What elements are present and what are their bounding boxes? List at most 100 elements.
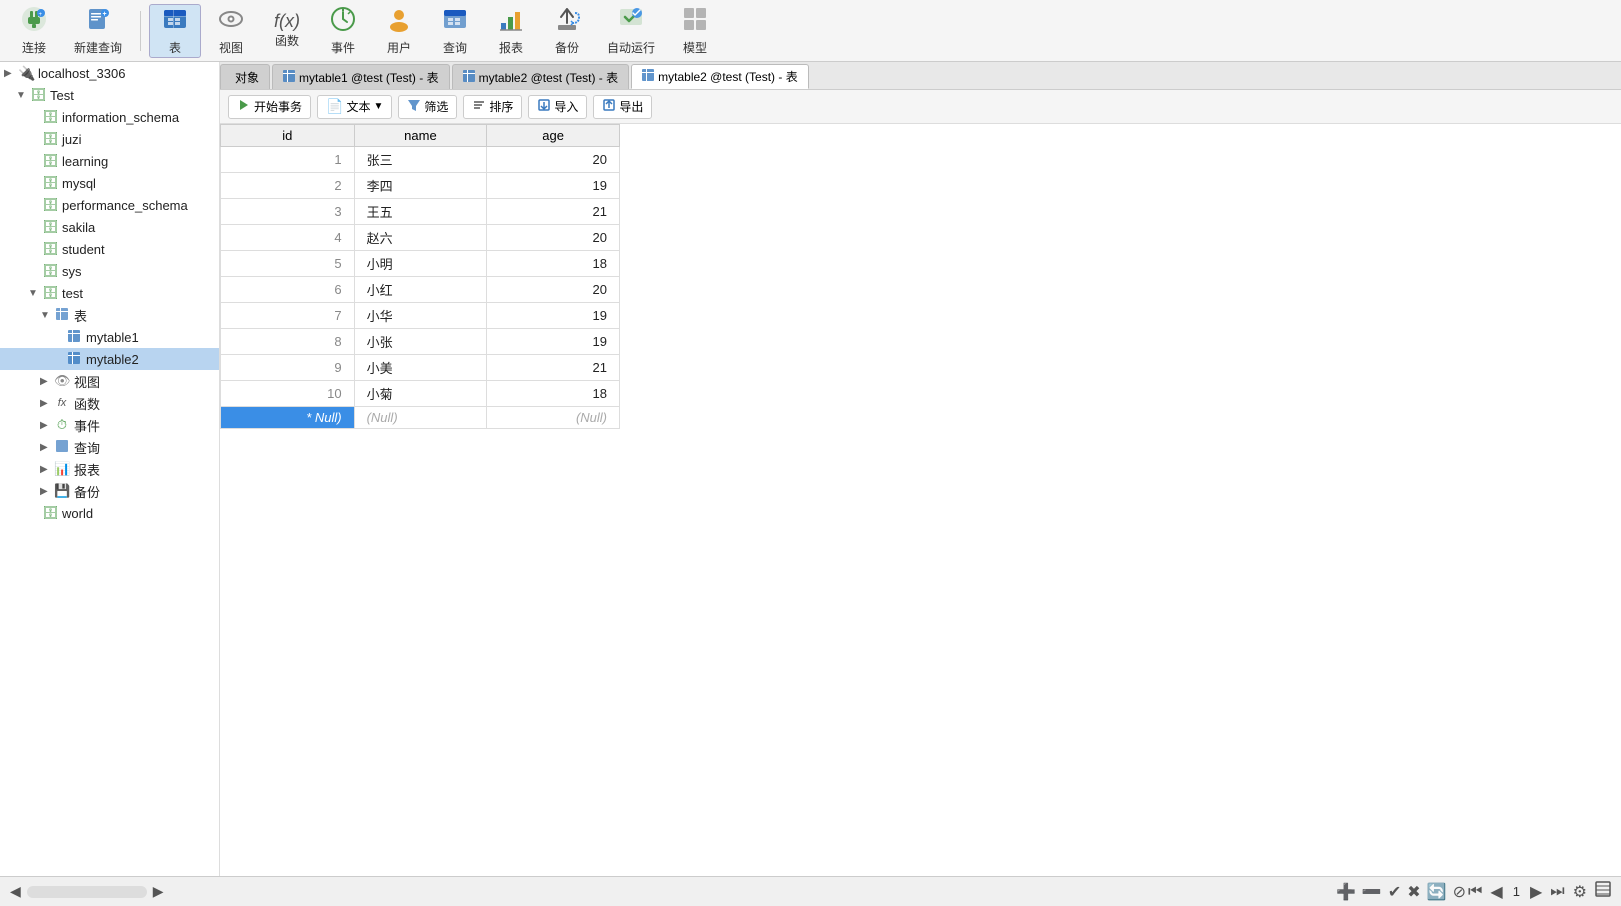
- sort-btn[interactable]: 排序: [463, 95, 522, 119]
- cell-age[interactable]: 20: [487, 277, 620, 303]
- import-btn[interactable]: 导入: [528, 95, 587, 119]
- grid-view-btn[interactable]: [1593, 881, 1613, 902]
- cell-age[interactable]: 18: [487, 381, 620, 407]
- tab-mytable1[interactable]: mytable1 @test (Test) - 表: [272, 64, 450, 89]
- tab-mytable2-1[interactable]: mytable2 @test (Test) - 表: [452, 64, 630, 89]
- sidebar-item-juzi[interactable]: ▶ 🗄 juzi: [0, 128, 219, 150]
- text-btn[interactable]: 📄 文本 ▼: [317, 95, 392, 119]
- table-row[interactable]: 8 小张 19: [221, 329, 620, 355]
- cell-age[interactable]: 19: [487, 173, 620, 199]
- cell-age[interactable]: 19: [487, 329, 620, 355]
- sidebar-item-backup-group[interactable]: ▶ 💾 备份: [0, 480, 219, 502]
- cell-id[interactable]: 6: [221, 277, 355, 303]
- cell-age[interactable]: 20: [487, 147, 620, 173]
- sidebar-item-funcs-group[interactable]: ▶ fx 函数: [0, 392, 219, 414]
- begin-transaction-btn[interactable]: 开始事务: [228, 95, 311, 119]
- sidebar-item-performance-schema[interactable]: ▶ 🗄 performance_schema: [0, 194, 219, 216]
- sidebar-item-mysql[interactable]: ▶ 🗄 mysql: [0, 172, 219, 194]
- refresh-btn[interactable]: 🔄: [1427, 882, 1447, 902]
- cell-null-name[interactable]: (Null): [354, 407, 487, 429]
- sidebar-item-sakila[interactable]: ▶ 🗄 sakila: [0, 216, 219, 238]
- last-page-btn[interactable]: ⏭: [1548, 883, 1566, 901]
- cell-id[interactable]: 7: [221, 303, 355, 329]
- toolbar-report[interactable]: 报表: [485, 4, 537, 58]
- cell-id[interactable]: 10: [221, 381, 355, 407]
- table-row[interactable]: 9 小美 21: [221, 355, 620, 381]
- table-row[interactable]: 7 小华 19: [221, 303, 620, 329]
- cell-name[interactable]: 李四: [354, 173, 487, 199]
- sidebar-item-localhost[interactable]: ▶ 🔌 localhost_3306: [0, 62, 219, 84]
- table-null-row[interactable]: * Null) (Null) (Null): [221, 407, 620, 429]
- toolbar-model[interactable]: 模型: [669, 4, 721, 58]
- prev-page-btn[interactable]: ◀: [1488, 882, 1504, 902]
- cell-name[interactable]: 小美: [354, 355, 487, 381]
- sidebar-item-sys[interactable]: ▶ 🗄 sys: [0, 260, 219, 282]
- stop-btn[interactable]: ⊘: [1453, 882, 1466, 902]
- sidebar-item-learning[interactable]: ▶ 🗄 learning: [0, 150, 219, 172]
- first-page-btn[interactable]: ⏮: [1466, 883, 1484, 901]
- scroll-right-btn[interactable]: ▶: [151, 883, 166, 900]
- toolbar-query[interactable]: 查询: [429, 4, 481, 58]
- col-header-id[interactable]: id: [221, 125, 355, 147]
- table-row[interactable]: 6 小红 20: [221, 277, 620, 303]
- confirm-btn[interactable]: ✔: [1388, 882, 1401, 902]
- toolbar-newquery[interactable]: + 新建查询: [64, 4, 132, 58]
- cell-age[interactable]: 21: [487, 355, 620, 381]
- cell-name[interactable]: 张三: [354, 147, 487, 173]
- cell-age[interactable]: 21: [487, 199, 620, 225]
- col-header-age[interactable]: age: [487, 125, 620, 147]
- toolbar-function[interactable]: f(x) 函数: [261, 4, 313, 58]
- scroll-left-btn[interactable]: ◀: [8, 883, 23, 900]
- cell-id[interactable]: 9: [221, 355, 355, 381]
- table-row[interactable]: 2 李四 19: [221, 173, 620, 199]
- tab-mytable2-2[interactable]: mytable2 @test (Test) - 表: [631, 64, 809, 89]
- toolbar-view[interactable]: 视图: [205, 4, 257, 58]
- cell-id[interactable]: 1: [221, 147, 355, 173]
- table-row[interactable]: 10 小菊 18: [221, 381, 620, 407]
- cell-id[interactable]: 4: [221, 225, 355, 251]
- sidebar-item-student[interactable]: ▶ 🗄 student: [0, 238, 219, 260]
- cell-id[interactable]: 2: [221, 173, 355, 199]
- cell-age[interactable]: 20: [487, 225, 620, 251]
- export-btn[interactable]: 导出: [593, 95, 652, 119]
- sidebar-item-mytable1[interactable]: ▶ mytable1: [0, 326, 219, 348]
- tab-objects[interactable]: 对象: [220, 64, 270, 89]
- next-page-btn[interactable]: ▶: [1528, 882, 1544, 902]
- toolbar-event[interactable]: 事件: [317, 4, 369, 58]
- sidebar-item-mytable2[interactable]: ▶ mytable2: [0, 348, 219, 370]
- table-row[interactable]: 4 赵六 20: [221, 225, 620, 251]
- cell-null-age[interactable]: (Null): [487, 407, 620, 429]
- table-row[interactable]: 1 张三 20: [221, 147, 620, 173]
- cell-name[interactable]: 王五: [354, 199, 487, 225]
- sidebar-item-information-schema[interactable]: ▶ 🗄 information_schema: [0, 106, 219, 128]
- add-row-btn[interactable]: ➕: [1336, 882, 1356, 902]
- cell-name[interactable]: 小张: [354, 329, 487, 355]
- cell-name[interactable]: 小红: [354, 277, 487, 303]
- toolbar-autorun[interactable]: 自动运行: [597, 4, 665, 58]
- sidebar-item-test[interactable]: ▼ 🗄 test: [0, 282, 219, 304]
- sidebar-item-queries-group[interactable]: ▶ 查询: [0, 436, 219, 458]
- cell-name[interactable]: 小明: [354, 251, 487, 277]
- cell-null-id[interactable]: * Null): [221, 407, 355, 429]
- toolbar-table[interactable]: 表: [149, 4, 201, 58]
- sidebar-item-views-group[interactable]: ▶ 👁 视图: [0, 370, 219, 392]
- toolbar-user[interactable]: 用户: [373, 4, 425, 58]
- toolbar-backup[interactable]: 备份: [541, 4, 593, 58]
- cell-name[interactable]: 小华: [354, 303, 487, 329]
- cell-id[interactable]: 3: [221, 199, 355, 225]
- data-table-wrapper[interactable]: id name age 1 张三 20 2 李四 19 3 王五 21 4 赵六…: [220, 124, 1621, 876]
- cell-name[interactable]: 赵六: [354, 225, 487, 251]
- filter-btn[interactable]: 筛选: [398, 95, 457, 119]
- cell-id[interactable]: 5: [221, 251, 355, 277]
- sidebar-item-events-group[interactable]: ▶ ⏱ 事件: [0, 414, 219, 436]
- col-header-name[interactable]: name: [354, 125, 487, 147]
- sidebar-item-test-db[interactable]: ▼ 🗄 Test: [0, 84, 219, 106]
- cancel-btn[interactable]: ✖: [1407, 882, 1420, 902]
- scroll-track[interactable]: [27, 886, 147, 898]
- table-row[interactable]: 5 小明 18: [221, 251, 620, 277]
- cell-age[interactable]: 19: [487, 303, 620, 329]
- cell-id[interactable]: 8: [221, 329, 355, 355]
- settings-btn[interactable]: ⚙: [1571, 882, 1589, 902]
- table-row[interactable]: 3 王五 21: [221, 199, 620, 225]
- toolbar-connect[interactable]: + 连接: [8, 4, 60, 58]
